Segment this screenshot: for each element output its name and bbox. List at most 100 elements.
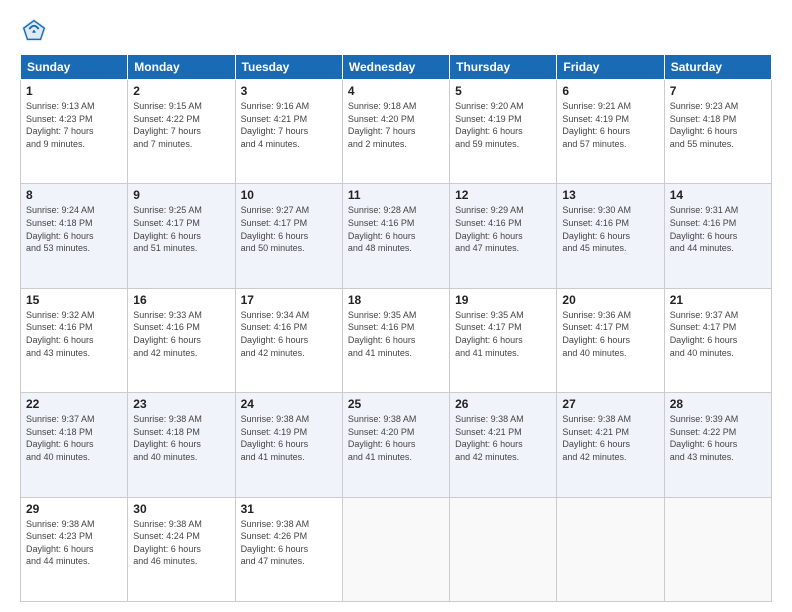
day-number: 12 bbox=[455, 188, 551, 202]
day-cell-20: 20 Sunrise: 9:36 AM Sunset: 4:17 PM Dayli… bbox=[557, 288, 664, 392]
col-header-friday: Friday bbox=[557, 55, 664, 80]
empty-cell bbox=[557, 497, 664, 601]
day-info: Sunrise: 9:34 AM Sunset: 4:16 PM Dayligh… bbox=[241, 309, 337, 359]
day-number: 6 bbox=[562, 84, 658, 98]
day-number: 16 bbox=[133, 293, 229, 307]
day-number: 27 bbox=[562, 397, 658, 411]
day-cell-13: 13 Sunrise: 9:30 AM Sunset: 4:16 PM Dayli… bbox=[557, 184, 664, 288]
day-number: 25 bbox=[348, 397, 444, 411]
day-info: Sunrise: 9:32 AM Sunset: 4:16 PM Dayligh… bbox=[26, 309, 122, 359]
day-cell-5: 5Sunrise: 9:20 AM Sunset: 4:19 PM Daylig… bbox=[450, 80, 557, 184]
day-number: 5 bbox=[455, 84, 551, 98]
day-number: 4 bbox=[348, 84, 444, 98]
day-cell-14: 14Sunrise: 9:31 AM Sunset: 4:16 PM Dayli… bbox=[664, 184, 771, 288]
calendar-body: 1 Sunrise: 9:13 AM Sunset: 4:23 PM Daylig… bbox=[21, 80, 772, 602]
calendar-table: SundayMondayTuesdayWednesdayThursdayFrid… bbox=[20, 54, 772, 602]
day-cell-7: 7 Sunrise: 9:23 AM Sunset: 4:18 PM Daylig… bbox=[664, 80, 771, 184]
col-header-monday: Monday bbox=[128, 55, 235, 80]
day-info: Sunrise: 9:13 AM Sunset: 4:23 PM Dayligh… bbox=[26, 100, 122, 150]
day-info: Sunrise: 9:27 AM Sunset: 4:17 PM Dayligh… bbox=[241, 204, 337, 254]
day-number: 8 bbox=[26, 188, 122, 202]
day-cell-31: 31 Sunrise: 9:38 AM Sunset: 4:26 PM Dayli… bbox=[235, 497, 342, 601]
day-info: Sunrise: 9:30 AM Sunset: 4:16 PM Dayligh… bbox=[562, 204, 658, 254]
day-info: Sunrise: 9:38 AM Sunset: 4:26 PM Dayligh… bbox=[241, 518, 337, 568]
day-cell-21: 21Sunrise: 9:37 AM Sunset: 4:17 PM Dayli… bbox=[664, 288, 771, 392]
day-cell-8: 8Sunrise: 9:24 AM Sunset: 4:18 PM Daylig… bbox=[21, 184, 128, 288]
day-number: 28 bbox=[670, 397, 766, 411]
day-cell-16: 16 Sunrise: 9:33 AM Sunset: 4:16 PM Dayli… bbox=[128, 288, 235, 392]
day-info: Sunrise: 9:29 AM Sunset: 4:16 PM Dayligh… bbox=[455, 204, 551, 254]
day-info: Sunrise: 9:35 AM Sunset: 4:16 PM Dayligh… bbox=[348, 309, 444, 359]
day-info: Sunrise: 9:35 AM Sunset: 4:17 PM Dayligh… bbox=[455, 309, 551, 359]
day-info: Sunrise: 9:38 AM Sunset: 4:21 PM Dayligh… bbox=[455, 413, 551, 463]
col-header-wednesday: Wednesday bbox=[342, 55, 449, 80]
day-info: Sunrise: 9:38 AM Sunset: 4:19 PM Dayligh… bbox=[241, 413, 337, 463]
day-number: 29 bbox=[26, 502, 122, 516]
day-info: Sunrise: 9:36 AM Sunset: 4:17 PM Dayligh… bbox=[562, 309, 658, 359]
day-number: 7 bbox=[670, 84, 766, 98]
day-cell-2: 2 Sunrise: 9:15 AM Sunset: 4:22 PM Daylig… bbox=[128, 80, 235, 184]
day-cell-6: 6 Sunrise: 9:21 AM Sunset: 4:19 PM Daylig… bbox=[557, 80, 664, 184]
day-info: Sunrise: 9:21 AM Sunset: 4:19 PM Dayligh… bbox=[562, 100, 658, 150]
day-number: 17 bbox=[241, 293, 337, 307]
day-cell-25: 25 Sunrise: 9:38 AM Sunset: 4:20 PM Dayli… bbox=[342, 393, 449, 497]
day-info: Sunrise: 9:18 AM Sunset: 4:20 PM Dayligh… bbox=[348, 100, 444, 150]
day-info: Sunrise: 9:25 AM Sunset: 4:17 PM Dayligh… bbox=[133, 204, 229, 254]
day-number: 2 bbox=[133, 84, 229, 98]
day-info: Sunrise: 9:38 AM Sunset: 4:18 PM Dayligh… bbox=[133, 413, 229, 463]
day-number: 18 bbox=[348, 293, 444, 307]
empty-cell bbox=[450, 497, 557, 601]
day-info: Sunrise: 9:38 AM Sunset: 4:20 PM Dayligh… bbox=[348, 413, 444, 463]
day-cell-18: 18 Sunrise: 9:35 AM Sunset: 4:16 PM Dayli… bbox=[342, 288, 449, 392]
day-info: Sunrise: 9:23 AM Sunset: 4:18 PM Dayligh… bbox=[670, 100, 766, 150]
day-info: Sunrise: 9:38 AM Sunset: 4:24 PM Dayligh… bbox=[133, 518, 229, 568]
day-number: 15 bbox=[26, 293, 122, 307]
day-info: Sunrise: 9:38 AM Sunset: 4:23 PM Dayligh… bbox=[26, 518, 122, 568]
day-cell-15: 15 Sunrise: 9:32 AM Sunset: 4:16 PM Dayli… bbox=[21, 288, 128, 392]
page: SundayMondayTuesdayWednesdayThursdayFrid… bbox=[0, 0, 792, 612]
day-info: Sunrise: 9:39 AM Sunset: 4:22 PM Dayligh… bbox=[670, 413, 766, 463]
day-number: 22 bbox=[26, 397, 122, 411]
header-row: SundayMondayTuesdayWednesdayThursdayFrid… bbox=[21, 55, 772, 80]
day-cell-22: 22Sunrise: 9:37 AM Sunset: 4:18 PM Dayli… bbox=[21, 393, 128, 497]
day-cell-26: 26Sunrise: 9:38 AM Sunset: 4:21 PM Dayli… bbox=[450, 393, 557, 497]
day-number: 13 bbox=[562, 188, 658, 202]
day-cell-1: 1 Sunrise: 9:13 AM Sunset: 4:23 PM Daylig… bbox=[21, 80, 128, 184]
day-number: 24 bbox=[241, 397, 337, 411]
day-info: Sunrise: 9:15 AM Sunset: 4:22 PM Dayligh… bbox=[133, 100, 229, 150]
col-header-sunday: Sunday bbox=[21, 55, 128, 80]
day-number: 9 bbox=[133, 188, 229, 202]
week-row-4: 22Sunrise: 9:37 AM Sunset: 4:18 PM Dayli… bbox=[21, 393, 772, 497]
day-info: Sunrise: 9:16 AM Sunset: 4:21 PM Dayligh… bbox=[241, 100, 337, 150]
week-row-5: 29 Sunrise: 9:38 AM Sunset: 4:23 PM Dayli… bbox=[21, 497, 772, 601]
day-number: 21 bbox=[670, 293, 766, 307]
empty-cell bbox=[664, 497, 771, 601]
week-row-3: 15 Sunrise: 9:32 AM Sunset: 4:16 PM Dayli… bbox=[21, 288, 772, 392]
col-header-thursday: Thursday bbox=[450, 55, 557, 80]
day-cell-19: 19Sunrise: 9:35 AM Sunset: 4:17 PM Dayli… bbox=[450, 288, 557, 392]
day-cell-10: 10 Sunrise: 9:27 AM Sunset: 4:17 PM Dayli… bbox=[235, 184, 342, 288]
day-number: 23 bbox=[133, 397, 229, 411]
day-number: 20 bbox=[562, 293, 658, 307]
day-cell-30: 30Sunrise: 9:38 AM Sunset: 4:24 PM Dayli… bbox=[128, 497, 235, 601]
day-cell-4: 4 Sunrise: 9:18 AM Sunset: 4:20 PM Daylig… bbox=[342, 80, 449, 184]
day-info: Sunrise: 9:33 AM Sunset: 4:16 PM Dayligh… bbox=[133, 309, 229, 359]
day-cell-29: 29 Sunrise: 9:38 AM Sunset: 4:23 PM Dayli… bbox=[21, 497, 128, 601]
week-row-1: 1 Sunrise: 9:13 AM Sunset: 4:23 PM Daylig… bbox=[21, 80, 772, 184]
day-number: 11 bbox=[348, 188, 444, 202]
day-cell-23: 23 Sunrise: 9:38 AM Sunset: 4:18 PM Dayli… bbox=[128, 393, 235, 497]
week-row-2: 8Sunrise: 9:24 AM Sunset: 4:18 PM Daylig… bbox=[21, 184, 772, 288]
day-cell-9: 9 Sunrise: 9:25 AM Sunset: 4:17 PM Daylig… bbox=[128, 184, 235, 288]
day-number: 3 bbox=[241, 84, 337, 98]
logo bbox=[20, 16, 54, 44]
day-number: 31 bbox=[241, 502, 337, 516]
day-cell-11: 11 Sunrise: 9:28 AM Sunset: 4:16 PM Dayli… bbox=[342, 184, 449, 288]
day-cell-24: 24 Sunrise: 9:38 AM Sunset: 4:19 PM Dayli… bbox=[235, 393, 342, 497]
day-info: Sunrise: 9:31 AM Sunset: 4:16 PM Dayligh… bbox=[670, 204, 766, 254]
day-info: Sunrise: 9:28 AM Sunset: 4:16 PM Dayligh… bbox=[348, 204, 444, 254]
header bbox=[20, 16, 772, 44]
logo-icon bbox=[20, 16, 48, 44]
day-number: 1 bbox=[26, 84, 122, 98]
day-number: 10 bbox=[241, 188, 337, 202]
day-cell-17: 17 Sunrise: 9:34 AM Sunset: 4:16 PM Dayli… bbox=[235, 288, 342, 392]
